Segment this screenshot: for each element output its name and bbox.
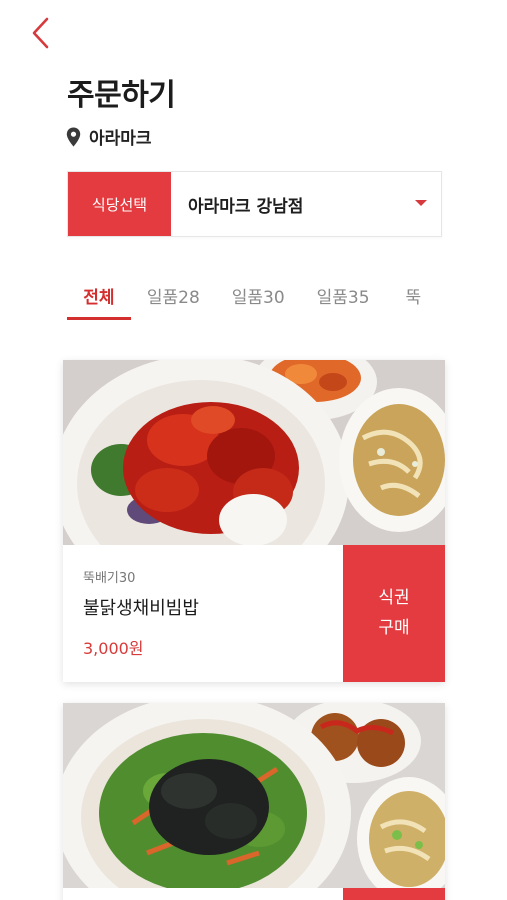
map-pin-icon	[66, 127, 81, 146]
menu-category: 뚝배기30	[83, 571, 136, 586]
menu-card	[63, 703, 445, 900]
buy-button-label-line2: 구매	[378, 617, 410, 638]
location: 아라마크	[66, 124, 152, 149]
store-dropdown-value: 아라마크 강남점	[188, 196, 304, 217]
store-select-label: 식당선택	[68, 172, 171, 236]
buy-button-label-line1: 식권	[378, 587, 410, 608]
store-select: 식당선택 아라마크 강남점	[67, 171, 442, 237]
location-name: 아라마크	[89, 129, 152, 149]
food-image	[63, 703, 445, 888]
buy-ticket-button[interactable]: 식권 구매	[343, 545, 445, 682]
back-button[interactable]	[26, 16, 56, 50]
buy-ticket-button[interactable]	[343, 888, 445, 900]
store-dropdown[interactable]: 아라마크 강남점	[171, 172, 441, 236]
menu-price: 3,000원	[83, 639, 144, 658]
tab-ilpum30[interactable]: 일품30	[216, 272, 301, 318]
tab-ttuk[interactable]: 뚝	[386, 272, 443, 318]
menu-name: 불닭생채비빔밥	[83, 598, 199, 619]
tab-ilpum28[interactable]: 일품28	[131, 272, 216, 318]
chevron-left-icon	[32, 17, 49, 49]
page-title: 주문하기	[67, 78, 176, 113]
food-image	[63, 360, 445, 545]
caret-down-icon	[415, 200, 427, 206]
tab-all[interactable]: 전체	[67, 272, 131, 320]
menu-info: 뚝배기30 불닭생채비빔밥 3,000원	[63, 545, 343, 682]
tab-ilpum35[interactable]: 일품35	[301, 272, 386, 318]
category-tabs: 전체 일품28 일품30 일품35 뚝	[67, 272, 442, 322]
menu-card: 뚝배기30 불닭생채비빔밥 3,000원 식권 구매	[63, 360, 445, 682]
